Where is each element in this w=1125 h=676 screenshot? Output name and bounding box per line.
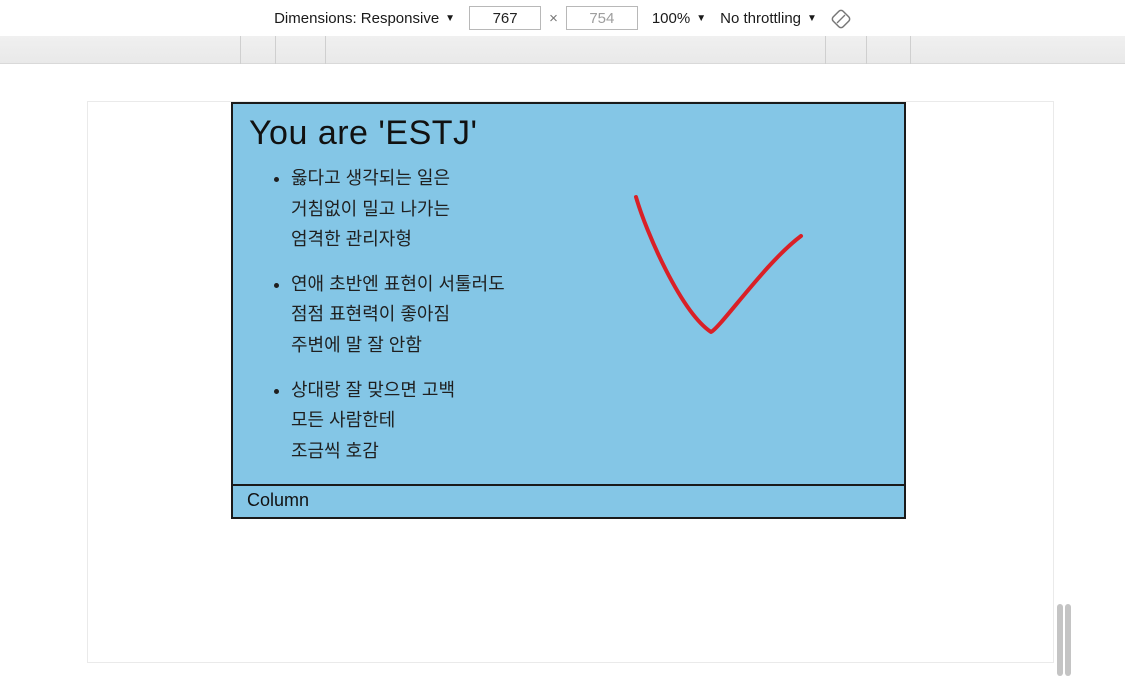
result-card: You are 'ESTJ' 옳다고 생각되는 일은거침없이 밀고 나가는엄격한… [231,102,906,519]
rotate-button[interactable] [831,9,851,29]
scrollbar-thumb[interactable] [1057,604,1063,676]
height-input[interactable] [566,6,638,30]
trait-list: 옳다고 생각되는 일은거침없이 밀고 나가는엄격한 관리자형 연애 초반엔 표현… [249,163,569,466]
throttling-dropdown[interactable]: No throttling ▼ [720,10,817,27]
footer-label: Column [247,490,309,510]
dimension-separator: × [545,10,562,27]
ruler-bar [0,36,1125,64]
list-item: 상대랑 잘 맞으면 고백모든 사람한테조금씩 호감 [291,375,569,467]
zoom-label: 100% [652,10,690,27]
page-canvas: You are 'ESTJ' 옳다고 생각되는 일은거침없이 밀고 나가는엄격한… [88,102,1053,662]
throttling-label: No throttling [720,10,801,27]
chevron-down-icon: ▼ [807,13,817,24]
card-footer: Column [231,486,906,519]
chevron-down-icon: ▼ [445,13,455,24]
card-title: You are 'ESTJ' [249,114,888,153]
zoom-dropdown[interactable]: 100% ▼ [652,10,706,27]
list-item: 옳다고 생각되는 일은거침없이 밀고 나가는엄격한 관리자형 [291,163,569,255]
scrollbar-thumb[interactable] [1065,604,1071,676]
devtools-device-toolbar: Dimensions: Responsive ▼ × 100% ▼ No thr… [0,0,1125,36]
rotate-icon [831,9,851,29]
chevron-down-icon: ▼ [696,13,706,24]
device-viewport: You are 'ESTJ' 옳다고 생각되는 일은거침없이 밀고 나가는엄격한… [0,64,1125,672]
dimensions-label: Dimensions: Responsive [274,10,439,27]
width-input[interactable] [469,6,541,30]
card-body: You are 'ESTJ' 옳다고 생각되는 일은거침없이 밀고 나가는엄격한… [231,102,906,486]
dimensions-dropdown[interactable]: Dimensions: Responsive ▼ [274,10,455,27]
list-item: 연애 초반엔 표현이 서툴러도점점 표현력이 좋아짐주변에 말 잘 안함 [291,269,569,361]
checkmark-drawing [626,192,826,362]
dimensions-inputs: × [469,6,638,30]
